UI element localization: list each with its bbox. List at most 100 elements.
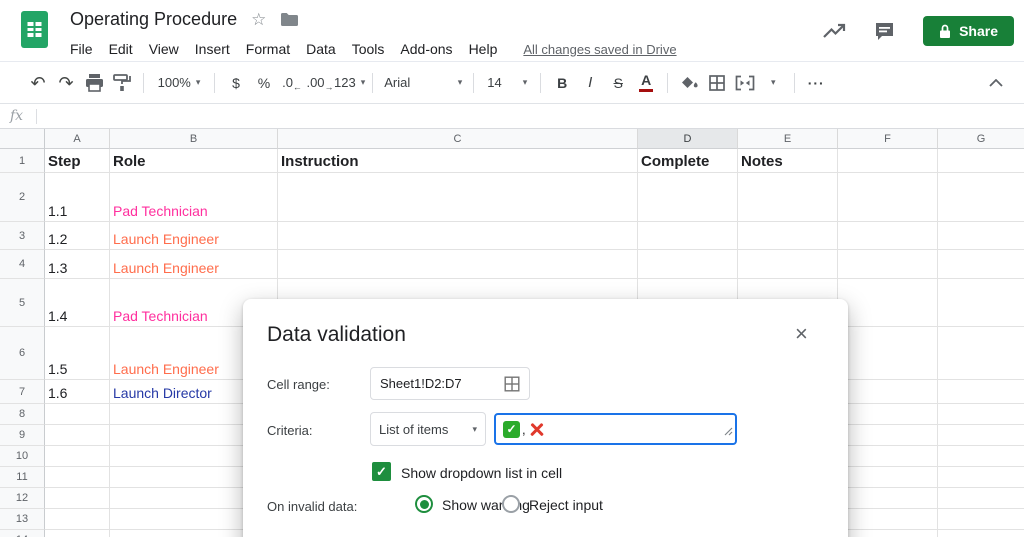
merge-options-caret[interactable]: ▾ bbox=[759, 69, 787, 97]
cell-c2[interactable] bbox=[278, 173, 638, 222]
cell[interactable] bbox=[45, 488, 110, 509]
select-all-corner[interactable] bbox=[0, 129, 45, 149]
cell-d4[interactable] bbox=[638, 250, 738, 279]
formula-input[interactable] bbox=[45, 104, 1024, 128]
cell-g5[interactable] bbox=[938, 279, 1024, 327]
menu-data[interactable]: Data bbox=[298, 39, 344, 59]
reject-input-radio[interactable] bbox=[502, 495, 520, 513]
cell[interactable] bbox=[938, 425, 1024, 446]
row-header[interactable]: 4 bbox=[0, 250, 45, 279]
cell-e1[interactable]: Notes bbox=[738, 149, 838, 173]
row-header[interactable]: 7 bbox=[0, 380, 45, 404]
cell-g6[interactable] bbox=[938, 327, 1024, 380]
cell-a4[interactable]: 1.3 bbox=[45, 250, 110, 279]
zoom-select[interactable]: 100% ▾ bbox=[151, 69, 207, 97]
cell-g2[interactable] bbox=[938, 173, 1024, 222]
cell-e4[interactable] bbox=[738, 250, 838, 279]
cell-f3[interactable] bbox=[838, 222, 938, 250]
explore-stats-button[interactable] bbox=[822, 22, 848, 40]
show-dropdown-checkbox[interactable]: ✓ bbox=[372, 462, 391, 481]
undo-button[interactable]: ↶ bbox=[24, 69, 52, 97]
increase-decimal-button[interactable]: .00 → bbox=[306, 69, 334, 97]
row-header[interactable]: 1 bbox=[0, 149, 45, 173]
format-currency-button[interactable]: $ bbox=[222, 69, 250, 97]
fill-color-button[interactable] bbox=[675, 69, 703, 97]
menu-edit[interactable]: Edit bbox=[101, 39, 141, 59]
cell[interactable] bbox=[838, 467, 938, 488]
criteria-type-select[interactable]: List of items ▾ bbox=[370, 412, 486, 446]
format-percent-button[interactable]: % bbox=[250, 69, 278, 97]
cell-a5[interactable]: 1.4 bbox=[45, 279, 110, 327]
star-icon[interactable]: ☆ bbox=[251, 11, 266, 28]
cell[interactable] bbox=[938, 446, 1024, 467]
cell-d1[interactable]: Complete bbox=[638, 149, 738, 173]
cell-a2[interactable]: 1.1 bbox=[45, 173, 110, 222]
row-header[interactable]: 9 bbox=[0, 425, 45, 446]
cell-d2[interactable] bbox=[638, 173, 738, 222]
cell[interactable] bbox=[938, 509, 1024, 530]
cell-e2[interactable] bbox=[738, 173, 838, 222]
cell[interactable] bbox=[45, 530, 110, 537]
cell-f2[interactable] bbox=[838, 173, 938, 222]
menu-tools[interactable]: Tools bbox=[344, 39, 393, 59]
cell-a6[interactable]: 1.5 bbox=[45, 327, 110, 380]
col-header-g[interactable]: G bbox=[938, 129, 1024, 149]
menu-help[interactable]: Help bbox=[461, 39, 506, 59]
show-dropdown-label[interactable]: Show dropdown list in cell bbox=[401, 465, 562, 481]
row-header[interactable]: 6 bbox=[0, 327, 45, 380]
cell-range-input[interactable]: Sheet1!D2:D7 bbox=[370, 367, 530, 400]
row-header[interactable]: 3 bbox=[0, 222, 45, 250]
reject-input-label[interactable]: Reject input bbox=[529, 497, 603, 513]
col-header-c[interactable]: C bbox=[278, 129, 638, 149]
close-icon[interactable]: × bbox=[795, 323, 808, 345]
saved-status[interactable]: All changes saved in Drive bbox=[523, 42, 676, 57]
cell[interactable] bbox=[838, 509, 938, 530]
cell[interactable] bbox=[938, 404, 1024, 425]
cell-a7[interactable]: 1.6 bbox=[45, 380, 110, 404]
row-header[interactable]: 8 bbox=[0, 404, 45, 425]
cell[interactable] bbox=[938, 530, 1024, 537]
grid-picker-icon[interactable] bbox=[504, 376, 520, 392]
borders-button[interactable] bbox=[703, 69, 731, 97]
cell[interactable] bbox=[45, 404, 110, 425]
cell[interactable] bbox=[938, 467, 1024, 488]
row-header[interactable]: 13 bbox=[0, 509, 45, 530]
decrease-decimal-button[interactable]: .0 ← bbox=[278, 69, 306, 97]
menu-format[interactable]: Format bbox=[238, 39, 298, 59]
text-color-button[interactable]: A bbox=[632, 69, 660, 97]
cell-a1[interactable]: Step bbox=[45, 149, 110, 173]
sheets-logo-icon[interactable] bbox=[21, 11, 48, 53]
cell-g3[interactable] bbox=[938, 222, 1024, 250]
more-toolbar-button[interactable]: ··· bbox=[802, 69, 830, 97]
col-header-f[interactable]: F bbox=[838, 129, 938, 149]
col-header-a[interactable]: A bbox=[45, 129, 110, 149]
cell[interactable] bbox=[45, 509, 110, 530]
paint-format-button[interactable] bbox=[108, 69, 136, 97]
menu-addons[interactable]: Add-ons bbox=[392, 39, 460, 59]
col-header-b[interactable]: B bbox=[110, 129, 278, 149]
cell-a3[interactable]: 1.2 bbox=[45, 222, 110, 250]
cell-b4[interactable]: Launch Engineer bbox=[110, 250, 278, 279]
cell-f1[interactable] bbox=[838, 149, 938, 173]
cell-f5[interactable] bbox=[838, 279, 938, 327]
cell-g7[interactable] bbox=[938, 380, 1024, 404]
cell-f7[interactable] bbox=[838, 380, 938, 404]
cell[interactable] bbox=[838, 446, 938, 467]
cell[interactable] bbox=[838, 425, 938, 446]
number-format-select[interactable]: 123 ▾ bbox=[334, 69, 365, 97]
menu-view[interactable]: View bbox=[141, 39, 187, 59]
italic-button[interactable]: I bbox=[576, 69, 604, 97]
cell-d3[interactable] bbox=[638, 222, 738, 250]
cell-g1[interactable] bbox=[938, 149, 1024, 173]
resize-handle-icon[interactable] bbox=[724, 423, 733, 441]
cell[interactable] bbox=[838, 488, 938, 509]
share-button[interactable]: Share bbox=[923, 16, 1014, 46]
cell[interactable] bbox=[45, 467, 110, 488]
col-header-d-selected[interactable]: D bbox=[638, 129, 738, 149]
cell-c1[interactable]: Instruction bbox=[278, 149, 638, 173]
strikethrough-button[interactable]: S bbox=[604, 69, 632, 97]
row-header[interactable]: 11 bbox=[0, 467, 45, 488]
row-header[interactable]: 14 bbox=[0, 530, 45, 537]
folder-icon[interactable] bbox=[280, 12, 299, 27]
redo-button[interactable]: ↷ bbox=[52, 69, 80, 97]
